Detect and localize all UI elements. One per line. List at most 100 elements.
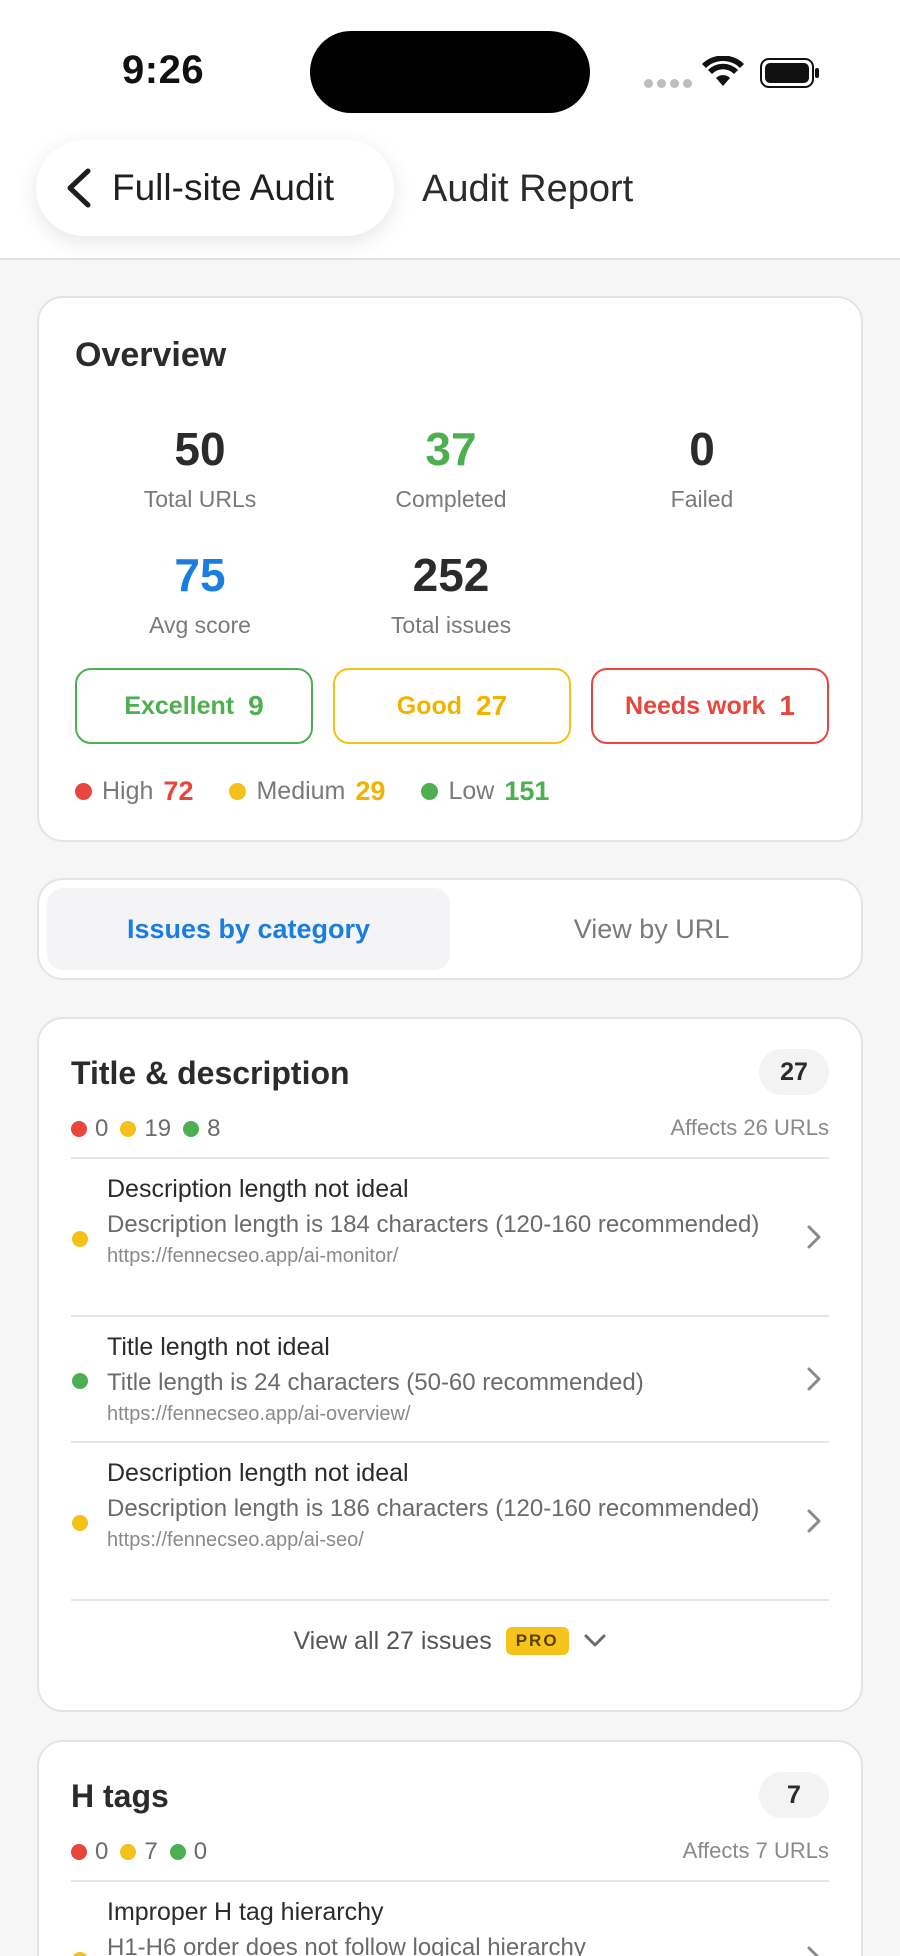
affected-urls: Affects 7 URLs	[682, 1838, 829, 1863]
category-card-h-tags: H tags 7 0 7 0 Affects 7 URLs Improper H…	[37, 1740, 863, 1956]
category-severity: 0 7 0	[71, 1838, 219, 1866]
overview-title: Overview	[75, 336, 227, 374]
stat-value: 0	[689, 423, 715, 475]
chevron-right-icon	[807, 1509, 821, 1533]
tab-view-by-url[interactable]: View by URL	[450, 888, 853, 970]
issue-row[interactable]: Title length not ideal Title length is 2…	[71, 1317, 829, 1443]
category-header: H tags 7	[71, 1742, 829, 1826]
category-meta: 0 7 0 Affects 7 URLs	[71, 1826, 829, 1882]
category-count-badge: 7	[759, 1772, 829, 1818]
issue-description: H1-H6 order does not follow logical hier…	[107, 1933, 586, 1956]
issue-description: Title length is 24 characters (50-60 rec…	[107, 1368, 644, 1396]
stat-value: 37	[425, 423, 477, 475]
pro-badge: PRO	[505, 1627, 569, 1655]
stat-avg-score: 75 Avg score	[75, 552, 325, 639]
stat-value: 50	[174, 423, 226, 475]
grade-needs-work-button[interactable]: Needs work 1	[591, 668, 829, 744]
chevron-left-icon	[67, 168, 91, 208]
wifi-icon	[702, 56, 744, 86]
high-count: 0	[95, 1838, 109, 1865]
grade-count: 1	[779, 690, 795, 721]
stat-label: Total issues	[390, 612, 512, 638]
issue-row[interactable]: Improper H tag hierarchy H1-H6 order doe…	[71, 1882, 829, 1956]
issue-row[interactable]: Description length not ideal Description…	[71, 1159, 829, 1317]
issue-description: Description length is 186 characters (12…	[107, 1494, 760, 1522]
grade-label: Excellent	[124, 691, 235, 720]
issue-url: https://fennecseo.app/ai-overview/	[107, 1403, 411, 1426]
yellow-dot-icon	[72, 1515, 88, 1531]
chevron-right-icon	[807, 1367, 821, 1391]
yellow-dot-icon	[72, 1952, 88, 1956]
grade-filters: Excellent 9 Good 27 Needs work 1	[75, 668, 829, 744]
stat-total-issues: 252 Total issues	[326, 552, 576, 639]
severity-low: Low 151	[421, 776, 549, 807]
cellular-signal-icon	[644, 79, 692, 88]
low-count: 0	[193, 1838, 208, 1865]
green-dot-icon	[72, 1373, 88, 1389]
category-card-title-description: Title & description 27 0 19 8 Affects 26…	[37, 1017, 863, 1712]
stat-label: Avg score	[149, 612, 251, 638]
severity-count: 72	[163, 776, 194, 806]
page-title: Audit Report	[422, 168, 634, 210]
back-button[interactable]: Full-site Audit	[36, 140, 394, 236]
severity-high: High 72	[75, 776, 193, 807]
stat-value: 252	[412, 549, 490, 601]
severity-medium: Medium 29	[229, 776, 385, 807]
severity-summary: High 72 Medium 29 Low 151	[75, 776, 585, 807]
green-dot-icon	[169, 1844, 186, 1860]
grade-excellent-button[interactable]: Excellent 9	[75, 668, 313, 744]
issue-title: Description length not ideal	[107, 1175, 409, 1203]
chevron-right-icon	[807, 1946, 820, 1956]
nav-header: Full-site Audit Audit Report	[0, 130, 900, 260]
dynamic-island	[310, 31, 590, 113]
issue-description: Description length is 184 characters (12…	[107, 1210, 760, 1238]
grade-label: Needs work	[625, 691, 766, 720]
category-name: H tags	[71, 1778, 169, 1814]
grade-good-button[interactable]: Good 27	[333, 668, 571, 744]
yellow-dot-icon	[120, 1121, 137, 1137]
medium-count: 19	[144, 1115, 172, 1142]
category-meta: 0 19 8 Affects 26 URLs	[71, 1103, 829, 1159]
view-all-issues-button[interactable]: View all 27 issues PRO	[71, 1601, 829, 1681]
issue-row[interactable]: Description length not ideal Description…	[71, 1443, 829, 1601]
red-dot-icon	[75, 783, 92, 800]
stat-label: Total URLs	[143, 486, 257, 512]
affected-urls: Affects 26 URLs	[670, 1115, 829, 1140]
issue-url: https://fennecseo.app/ai-monitor/	[107, 1245, 399, 1268]
stat-completed: 37 Completed	[326, 426, 576, 513]
stat-failed: 0 Failed	[577, 426, 827, 513]
issue-title: Description length not ideal	[107, 1459, 409, 1487]
category-header: Title & description 27	[71, 1019, 829, 1103]
status-time: 9:26	[122, 48, 205, 92]
stat-label: Failed	[670, 486, 734, 512]
severity-label: Low	[448, 777, 495, 805]
stat-label: Completed	[395, 486, 507, 512]
severity-label: High	[102, 777, 154, 805]
tab-issues-by-category[interactable]: Issues by category	[47, 888, 450, 970]
chevron-right-icon	[807, 1225, 821, 1249]
grade-count: 27	[476, 690, 508, 721]
status-bar: 9:26	[0, 0, 900, 130]
stat-value: 75	[174, 549, 226, 601]
back-button-label: Full-site Audit	[112, 167, 335, 208]
yellow-dot-icon	[72, 1231, 88, 1247]
medium-count: 7	[144, 1838, 158, 1865]
green-dot-icon	[183, 1121, 200, 1137]
yellow-dot-icon	[229, 783, 247, 800]
red-dot-icon	[71, 1121, 87, 1137]
green-dot-icon	[421, 783, 439, 800]
issue-url: https://fennecseo.app/ai-seo/	[107, 1529, 364, 1552]
severity-count: 151	[504, 776, 550, 806]
red-dot-icon	[71, 1844, 87, 1860]
severity-label: Medium	[256, 777, 346, 805]
low-count: 8	[207, 1115, 221, 1142]
battery-icon	[760, 58, 819, 88]
category-count-badge: 27	[759, 1049, 829, 1095]
high-count: 0	[95, 1115, 109, 1142]
grade-count: 9	[248, 690, 264, 721]
category-name: Title & description	[71, 1055, 350, 1091]
issue-title: Title length not ideal	[107, 1333, 330, 1361]
grade-label: Good	[396, 691, 463, 720]
overview-card: Overview 50 Total URLs 37 Completed 0 Fa…	[37, 296, 863, 842]
chevron-down-icon	[584, 1634, 606, 1647]
